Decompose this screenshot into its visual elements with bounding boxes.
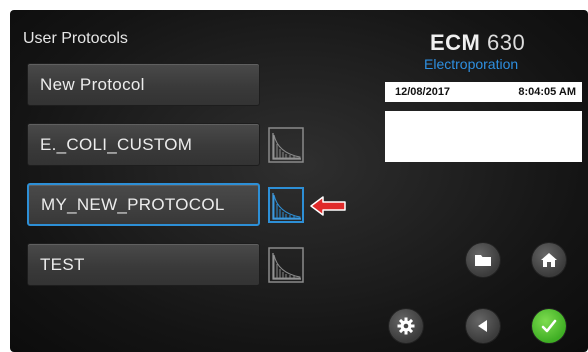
settings-button[interactable] <box>389 309 423 343</box>
red-arrow-icon <box>310 196 346 216</box>
time-display: 8:04:05 AM <box>518 86 576 98</box>
confirm-button[interactable] <box>532 309 566 343</box>
protocol-label: MY_NEW_PROTOCOL <box>41 194 225 214</box>
protocol-label: E._COLI_CUSTOM <box>40 134 193 154</box>
protocol-button-e-coli-custom[interactable]: E._COLI_CUSTOM <box>27 123 260 166</box>
home-icon <box>541 253 557 267</box>
gear-icon <box>397 317 415 335</box>
device-logo: ECM 630 <box>430 30 525 56</box>
protocol-button-test[interactable]: TEST <box>27 243 260 286</box>
home-button[interactable] <box>532 243 566 277</box>
page-title: User Protocols <box>23 30 128 47</box>
protocol-label: New Protocol <box>40 74 145 94</box>
waveform-icon[interactable] <box>268 187 304 223</box>
back-button[interactable] <box>466 309 500 343</box>
protocol-label: TEST <box>40 254 85 274</box>
folder-icon <box>475 255 491 266</box>
message-box <box>385 111 582 162</box>
device-screen: User Protocols New Protocol E._COLI_CUST… <box>10 10 588 352</box>
logo-model: 630 <box>487 30 526 55</box>
protocol-button-new[interactable]: New Protocol <box>27 63 260 106</box>
logo-subtitle: Electroporation <box>424 56 519 72</box>
check-icon <box>541 319 557 333</box>
waveform-icon[interactable] <box>268 247 304 283</box>
protocol-button-my-new-protocol[interactable]: MY_NEW_PROTOCOL <box>27 183 260 226</box>
date-display: 12/08/2017 <box>395 86 451 98</box>
waveform-icon[interactable] <box>268 127 304 163</box>
folder-button[interactable] <box>466 243 500 277</box>
datetime-bar: 12/08/2017 8:04:05 AM <box>385 82 582 102</box>
logo-brand: ECM <box>430 30 481 55</box>
back-icon <box>478 320 487 332</box>
